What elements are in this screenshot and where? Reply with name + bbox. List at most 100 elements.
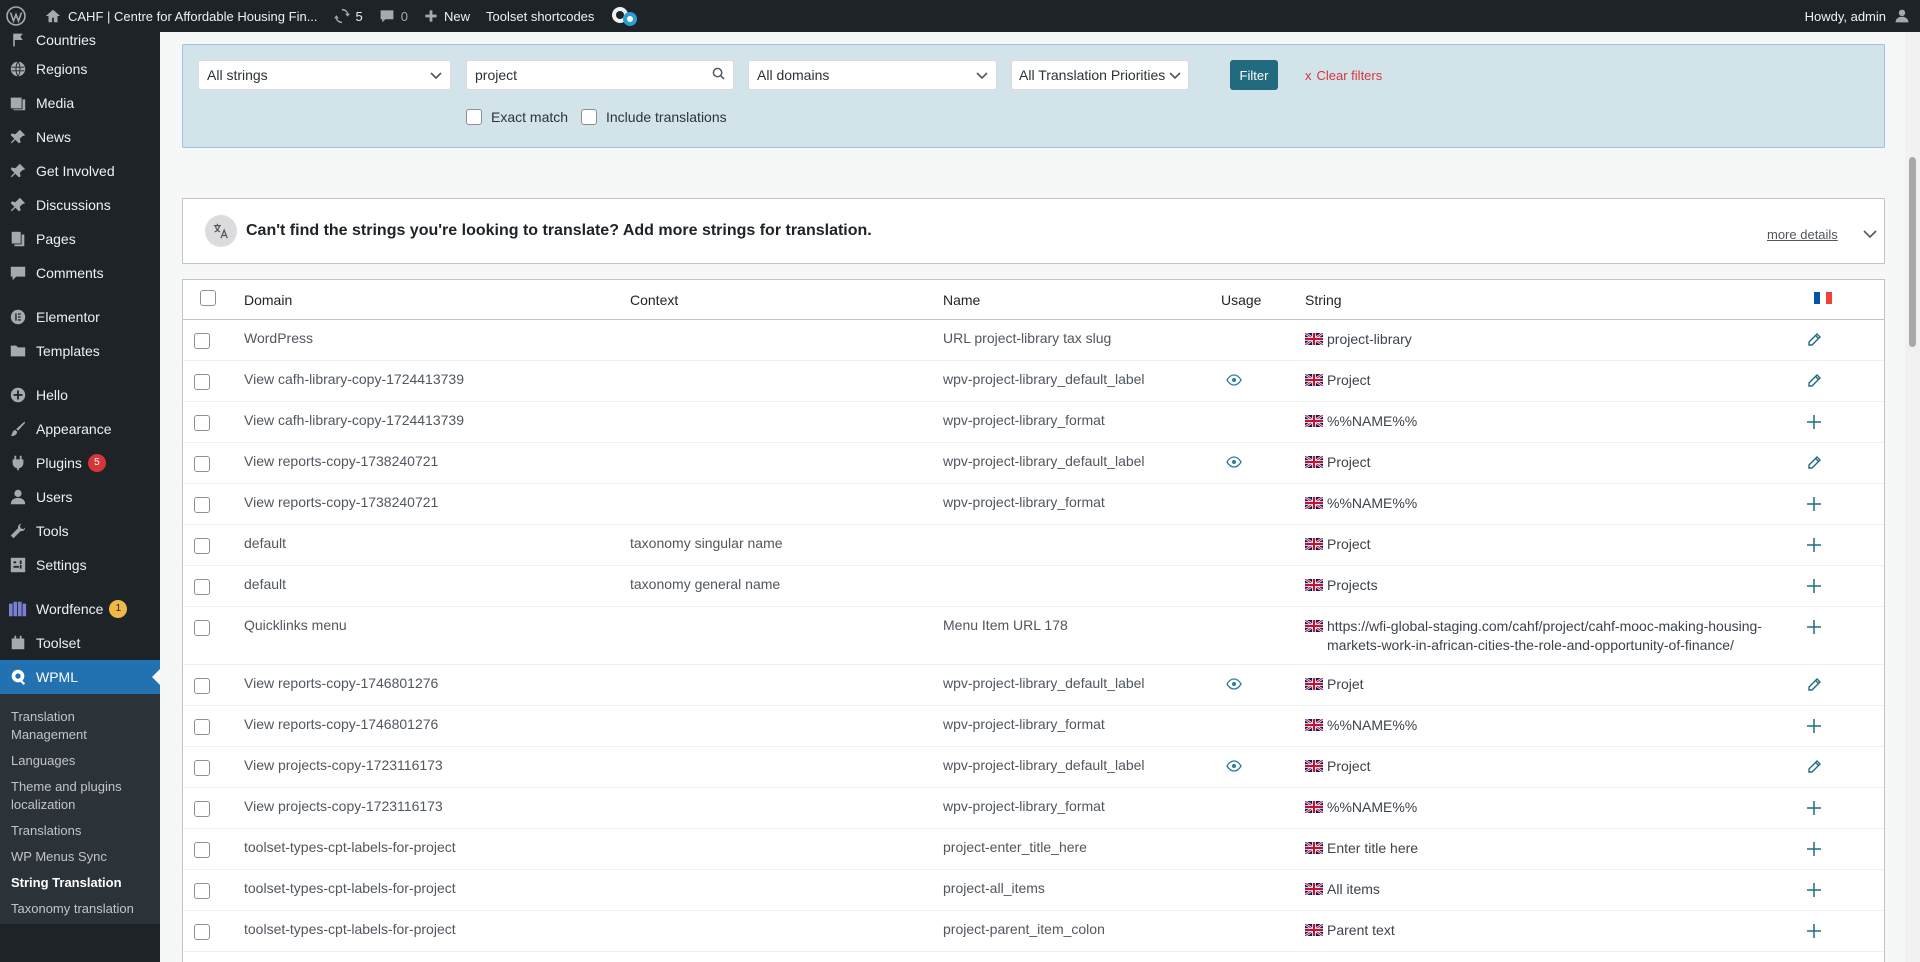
- add-translation-plus-icon[interactable]: [1806, 578, 1822, 597]
- row-checkbox[interactable]: [194, 620, 210, 636]
- header-string[interactable]: String: [1305, 292, 1342, 308]
- header-context[interactable]: Context: [630, 292, 678, 308]
- submenu-languages[interactable]: Languages: [0, 748, 160, 774]
- row-checkbox[interactable]: [194, 719, 210, 735]
- search-icon[interactable]: [712, 67, 725, 83]
- menu-item-regions[interactable]: Regions: [0, 52, 160, 86]
- view-usage-eye-icon[interactable]: [1226, 373, 1242, 389]
- submenu-theme-plugins-localization[interactable]: Theme and plugins localization: [0, 774, 160, 818]
- domains-select[interactable]: All domains: [748, 60, 997, 90]
- edit-translation-pencil-icon[interactable]: [1806, 373, 1822, 392]
- plus-circle-icon: [8, 385, 28, 405]
- row-checkbox[interactable]: [194, 760, 210, 776]
- menu-item-pages[interactable]: Pages: [0, 222, 160, 256]
- new-content-link[interactable]: New: [416, 0, 478, 32]
- view-usage-eye-icon[interactable]: [1226, 677, 1242, 693]
- edit-translation-pencil-icon[interactable]: [1806, 332, 1822, 351]
- scrollbar-thumb[interactable]: [1909, 157, 1916, 347]
- table-row: View projects-copy-1723116173 wpv-project…: [183, 747, 1884, 788]
- add-translation-plus-icon[interactable]: [1806, 414, 1822, 433]
- menu-item-countries[interactable]: Countries: [0, 32, 160, 52]
- add-translation-plus-icon[interactable]: [1806, 718, 1822, 737]
- header-domain[interactable]: Domain: [244, 292, 292, 308]
- submenu-translations[interactable]: Translations: [0, 818, 160, 844]
- toolset-icon: [8, 633, 28, 653]
- edit-translation-pencil-icon[interactable]: [1806, 759, 1822, 778]
- add-translation-plus-icon[interactable]: [1806, 496, 1822, 515]
- row-checkbox[interactable]: [194, 497, 210, 513]
- checkbox-box[interactable]: [581, 109, 597, 125]
- row-checkbox[interactable]: [194, 678, 210, 694]
- string-text: Enter title here: [1327, 840, 1419, 856]
- submenu-wp-menus-sync[interactable]: WP Menus Sync: [0, 844, 160, 870]
- wordpress-logo-icon[interactable]: [0, 0, 36, 32]
- header-name[interactable]: Name: [943, 292, 980, 308]
- menu-item-discussions[interactable]: Discussions: [0, 188, 160, 222]
- row-checkbox[interactable]: [194, 579, 210, 595]
- comments-link[interactable]: 0: [371, 0, 416, 32]
- submenu-string-translation[interactable]: String Translation: [0, 870, 160, 896]
- strings-select[interactable]: All strings: [198, 60, 451, 90]
- menu-item-news[interactable]: News: [0, 120, 160, 154]
- menu-item-get-involved[interactable]: Get Involved: [0, 154, 160, 188]
- exact-match-checkbox[interactable]: Exact match: [466, 109, 568, 125]
- edit-translation-pencil-icon[interactable]: [1806, 677, 1822, 696]
- row-checkbox[interactable]: [194, 842, 210, 858]
- menu-label: Tools: [36, 523, 69, 539]
- search-input[interactable]: project: [466, 60, 734, 90]
- filter-button[interactable]: Filter: [1230, 60, 1278, 90]
- add-strings-notice: Can't find the strings you're looking to…: [182, 198, 1885, 264]
- add-translation-plus-icon[interactable]: [1806, 923, 1822, 942]
- add-translation-plus-icon[interactable]: [1806, 882, 1822, 901]
- menu-item-wpml[interactable]: WPML: [0, 660, 160, 694]
- add-translation-plus-icon[interactable]: [1806, 537, 1822, 556]
- menu-item-media[interactable]: Media: [0, 86, 160, 120]
- row-checkbox[interactable]: [194, 801, 210, 817]
- edit-translation-pencil-icon[interactable]: [1806, 455, 1822, 474]
- menu-item-tools[interactable]: Tools: [0, 514, 160, 548]
- row-checkbox[interactable]: [194, 333, 210, 349]
- avatar-icon[interactable]: [1894, 8, 1910, 24]
- menu-item-plugins[interactable]: Plugins 5: [0, 446, 160, 480]
- row-checkbox[interactable]: [194, 538, 210, 554]
- row-checkbox[interactable]: [194, 883, 210, 899]
- submenu-translation-management[interactable]: Translation Management: [0, 700, 160, 748]
- more-details-link[interactable]: more details: [1767, 227, 1838, 242]
- select-all-checkbox[interactable]: [200, 290, 216, 306]
- add-translation-plus-icon[interactable]: [1806, 619, 1822, 638]
- menu-item-hello[interactable]: Hello: [0, 378, 160, 412]
- add-translation-plus-icon[interactable]: [1806, 800, 1822, 819]
- menu-item-elementor[interactable]: Elementor: [0, 300, 160, 334]
- page-scrollbar[interactable]: [1905, 32, 1920, 962]
- updates-link[interactable]: 5: [326, 0, 371, 32]
- toolset-shortcodes-link[interactable]: Toolset shortcodes: [478, 0, 602, 32]
- menu-item-wordfence[interactable]: Wordfence 1: [0, 592, 160, 626]
- wpml-admin-bar-icon[interactable]: [602, 0, 648, 32]
- menu-item-users[interactable]: Users: [0, 480, 160, 514]
- cell-name: project-enter_title_here: [943, 839, 1087, 855]
- submenu-taxonomy-translation[interactable]: Taxonomy translation: [0, 896, 160, 922]
- toolset-label: Toolset shortcodes: [486, 8, 595, 24]
- checkbox-box[interactable]: [466, 109, 482, 125]
- row-checkbox[interactable]: [194, 924, 210, 940]
- menu-item-settings[interactable]: Settings: [0, 548, 160, 582]
- menu-item-appearance[interactable]: Appearance: [0, 412, 160, 446]
- string-text: Project: [1327, 536, 1371, 552]
- site-name-link[interactable]: CAHF | Centre for Affordable Housing Fin…: [36, 0, 326, 32]
- view-usage-eye-icon[interactable]: [1226, 759, 1242, 775]
- menu-item-toolset[interactable]: Toolset: [0, 626, 160, 660]
- row-checkbox[interactable]: [194, 374, 210, 390]
- howdy-text[interactable]: Howdy, admin: [1805, 9, 1886, 24]
- menu-item-comments[interactable]: Comments: [0, 256, 160, 290]
- view-usage-eye-icon[interactable]: [1226, 455, 1242, 471]
- row-checkbox[interactable]: [194, 415, 210, 431]
- string-text: %%NAME%%: [1327, 413, 1418, 429]
- include-translations-checkbox[interactable]: Include translations: [581, 109, 727, 125]
- priorities-select[interactable]: All Translation Priorities: [1011, 60, 1189, 90]
- chevron-down-icon[interactable]: [1863, 227, 1877, 242]
- menu-item-templates[interactable]: Templates: [0, 334, 160, 368]
- string-text: Projet: [1327, 676, 1364, 692]
- clear-filters-link[interactable]: x Clear filters: [1305, 68, 1382, 83]
- row-checkbox[interactable]: [194, 456, 210, 472]
- add-translation-plus-icon[interactable]: [1806, 841, 1822, 860]
